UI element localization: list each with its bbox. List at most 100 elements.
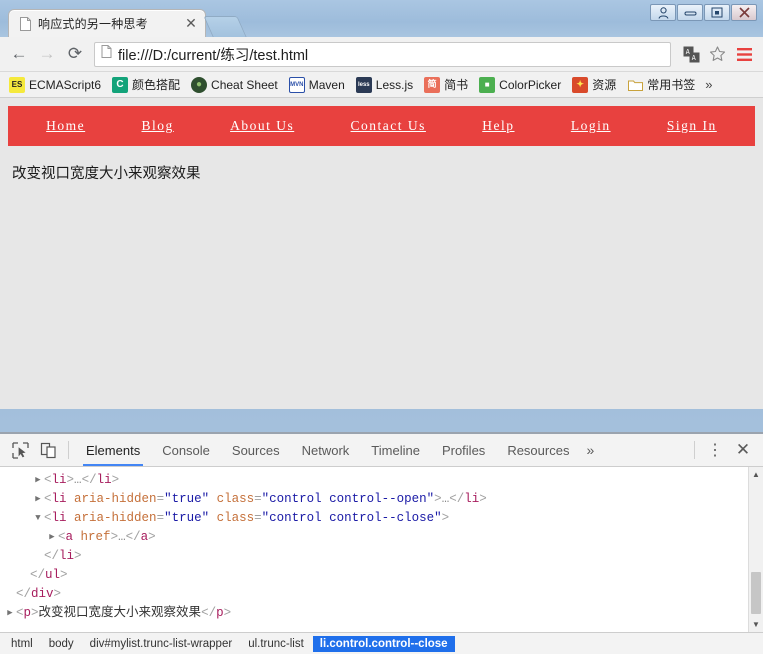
- page-document-icon: [101, 45, 112, 63]
- nav-link[interactable]: Help: [482, 118, 514, 133]
- bookmark-folder-item[interactable]: 常用书签: [622, 74, 700, 95]
- nav-item[interactable]: Contact Us: [351, 117, 426, 135]
- dom-tree-node[interactable]: ▼ <li aria-hidden="true" class="control c…: [0, 509, 763, 528]
- bookmarks-overflow-icon[interactable]: »: [701, 75, 716, 94]
- bookmark-item[interactable]: ■ ColorPicker: [474, 75, 566, 95]
- devtools-tab-network[interactable]: Network: [291, 434, 361, 466]
- nav-item[interactable]: Blog: [141, 117, 173, 135]
- bookmark-item[interactable]: MVN Maven: [284, 75, 350, 95]
- address-bar[interactable]: file:///D:/current/练习/test.html: [94, 41, 671, 67]
- bookmark-favicon-icon: ✦: [572, 76, 589, 93]
- dom-tree-node[interactable]: ▶ <li aria-hidden="true" class="control c…: [0, 490, 763, 509]
- disclosure-triangle-right-icon[interactable]: ▶: [32, 490, 44, 509]
- bookmark-item[interactable]: C 颜色搭配: [107, 74, 185, 95]
- bookmark-favicon-icon: less: [355, 76, 372, 93]
- devtools-elements-panel: ▶ <li>…</li> ▶ <li aria-hidden="true" class…: [0, 467, 763, 632]
- scrollbar-up-arrow-icon[interactable]: ▲: [749, 467, 763, 482]
- bookmarks-bar: ES ECMAScript6 C 颜色搭配 ● Cheat Sheet MVN …: [0, 72, 763, 98]
- bookmark-label: 资源: [592, 78, 617, 92]
- devtools-tabs-overflow-icon[interactable]: »: [580, 434, 600, 466]
- breadcrumb-item[interactable]: body: [42, 636, 81, 652]
- forward-button[interactable]: →: [34, 41, 60, 67]
- user-account-icon[interactable]: [650, 4, 676, 21]
- disclosure-triangle-down-icon[interactable]: ▼: [32, 509, 44, 528]
- dom-tree-node[interactable]: ▶</div>: [0, 585, 763, 604]
- bookmark-item[interactable]: ES ECMAScript6: [4, 75, 106, 95]
- tab-title: 响应式的另一种思考: [38, 17, 148, 31]
- nav-item[interactable]: Home: [46, 117, 85, 135]
- devtools-close-icon[interactable]: ✕: [729, 437, 757, 463]
- star-icon[interactable]: [705, 42, 729, 66]
- dom-node-markup: <li aria-hidden="true" class="control co…: [44, 511, 450, 525]
- dom-tree-node[interactable]: ▶</li>: [0, 547, 763, 566]
- devtools-toolbar: Elements Console Sources Network Timelin…: [0, 434, 763, 467]
- bookmark-favicon-icon: ■: [479, 76, 496, 93]
- devtools-tab-list: Elements Console Sources Network Timelin…: [75, 434, 600, 466]
- bookmark-item[interactable]: less Less.js: [351, 75, 418, 95]
- disclosure-triangle-right-icon[interactable]: ▶: [46, 528, 58, 547]
- disclosure-triangle-right-icon[interactable]: ▶: [32, 471, 44, 490]
- devtools-tab-console[interactable]: Console: [151, 434, 221, 466]
- new-tab-button[interactable]: [203, 16, 247, 37]
- tab-close-icon[interactable]: ✕: [183, 15, 199, 32]
- window-controls: [650, 4, 757, 21]
- window-title-bar: 响应式的另一种思考 ✕: [0, 0, 763, 37]
- nav-link[interactable]: Home: [46, 118, 85, 133]
- bookmark-item[interactable]: ✦ 资源: [567, 74, 621, 95]
- breadcrumb-item[interactable]: html: [4, 636, 40, 652]
- maximize-button[interactable]: [704, 4, 730, 21]
- toggle-device-toolbar-icon[interactable]: [34, 437, 62, 463]
- scrollbar-down-arrow-icon[interactable]: ▼: [749, 617, 763, 632]
- devtools-tab-resources[interactable]: Resources: [496, 434, 580, 466]
- bookmark-label: Maven: [308, 77, 345, 92]
- bookmark-label: 简书: [444, 78, 469, 92]
- bookmark-label: Cheat Sheet: [211, 77, 278, 92]
- bookmark-favicon-icon: ●: [191, 76, 208, 93]
- devtools-toolbar-right: ⋮ ✕: [688, 437, 757, 463]
- devtools-tab-elements[interactable]: Elements: [75, 434, 151, 466]
- bookmark-label: Less.js: [375, 77, 414, 92]
- dom-tree-node[interactable]: ▶</ul>: [0, 566, 763, 585]
- bookmark-label: ColorPicker: [499, 77, 562, 92]
- nav-link[interactable]: Blog: [141, 118, 173, 133]
- nav-link[interactable]: Contact Us: [351, 118, 426, 133]
- dom-node-markup: <a href>…</a>: [58, 530, 156, 544]
- nav-link[interactable]: About Us: [230, 118, 294, 133]
- back-button[interactable]: ←: [6, 41, 32, 67]
- devtools-tab-sources[interactable]: Sources: [221, 434, 291, 466]
- hamburger-menu-icon[interactable]: [731, 42, 757, 66]
- devtools-tab-profiles[interactable]: Profiles: [431, 434, 496, 466]
- inspect-element-icon[interactable]: [6, 437, 34, 463]
- trunc-list: Home Blog About Us Contact Us Help Login…: [18, 117, 745, 135]
- nav-item[interactable]: Sign In: [667, 117, 717, 135]
- translate-icon[interactable]: A A: [679, 42, 703, 66]
- devtools-tab-timeline[interactable]: Timeline: [360, 434, 431, 466]
- close-window-button[interactable]: [731, 4, 757, 21]
- nav-link[interactable]: Login: [571, 118, 611, 133]
- minimize-button[interactable]: [677, 4, 703, 21]
- breadcrumb-item[interactable]: div#mylist.trunc-list-wrapper: [83, 636, 240, 652]
- breadcrumb-item[interactable]: li.control.control--close: [312, 635, 455, 652]
- disclosure-triangle-right-icon[interactable]: ▶: [4, 604, 16, 623]
- dom-tree-node[interactable]: ▶ <p>改变视口宽度大小来观察效果</p>: [0, 604, 763, 623]
- dom-tree[interactable]: ▶ <li>…</li> ▶ <li aria-hidden="true" class…: [0, 467, 763, 623]
- toolbar-divider: [694, 441, 695, 459]
- nav-item[interactable]: Login: [571, 117, 611, 135]
- nav-item[interactable]: Help: [482, 117, 514, 135]
- address-bar-text: file:///D:/current/练习/test.html: [118, 47, 309, 64]
- scrollbar-thumb[interactable]: [751, 572, 761, 614]
- tab-strip: 响应式的另一种思考 ✕: [8, 7, 247, 37]
- devtools-panel: Elements Console Sources Network Timelin…: [0, 432, 763, 654]
- breadcrumb-item[interactable]: ul.trunc-list: [241, 636, 311, 652]
- dom-tree-scrollbar[interactable]: ▲ ▼: [748, 467, 763, 632]
- dom-tree-node[interactable]: ▶ <a href>…</a>: [0, 528, 763, 547]
- browser-tab[interactable]: 响应式的另一种思考 ✕: [8, 9, 206, 37]
- folder-icon: [627, 77, 643, 93]
- devtools-kebab-menu-icon[interactable]: ⋮: [701, 437, 729, 463]
- nav-item[interactable]: About Us: [230, 117, 294, 135]
- reload-button[interactable]: ⟳: [62, 41, 88, 67]
- dom-tree-node[interactable]: ▶ <li>…</li>: [0, 471, 763, 490]
- nav-link[interactable]: Sign In: [667, 118, 717, 133]
- bookmark-item[interactable]: ● Cheat Sheet: [186, 75, 283, 95]
- bookmark-item[interactable]: 简 简书: [419, 74, 473, 95]
